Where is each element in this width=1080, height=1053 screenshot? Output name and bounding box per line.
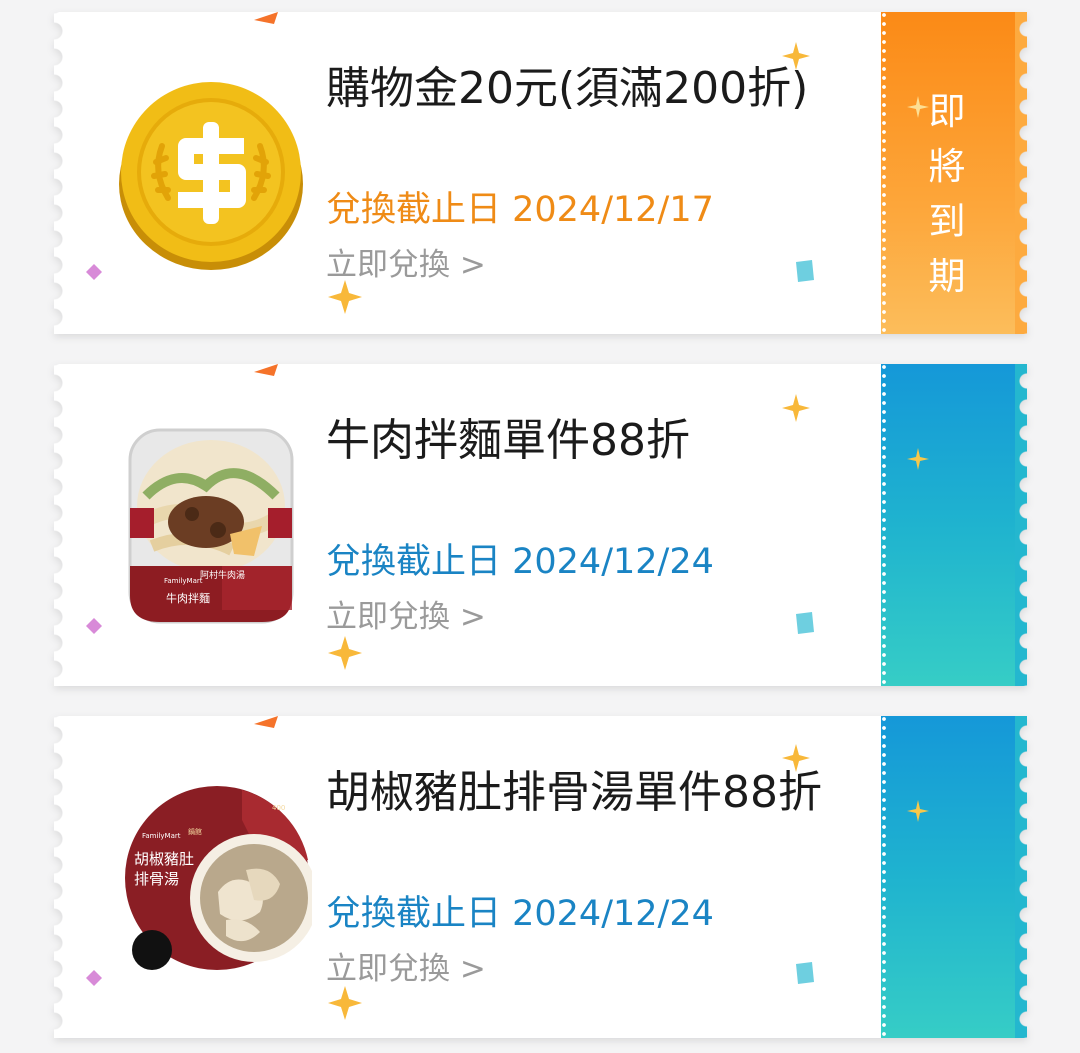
confetti-decoration	[86, 970, 102, 986]
confetti-decoration	[796, 612, 814, 634]
coupon-card[interactable]: FamilyMart 鍋館 胡椒豬肚 排骨湯 400 胡椒豬肚排骨湯單件88折 …	[54, 716, 1029, 1038]
pack-series: 阿村牛肉湯	[200, 569, 245, 581]
coupon-stub	[881, 364, 1027, 686]
coupon-card[interactable]: FamilyMart 阿村牛肉湯 牛肉拌麵 牛肉拌麵單件88折 兌換截止日 20…	[54, 364, 1029, 686]
pack-brand: FamilyMart	[142, 832, 181, 840]
coupon-list: 購物金20元(須滿200折) 兌換截止日 2024/12/17 立即兌換 > 即…	[0, 0, 1080, 1053]
redeem-now-link[interactable]: 立即兌換 >	[326, 949, 486, 989]
pack-brand: FamilyMart	[164, 577, 203, 585]
perforation-divider	[881, 364, 887, 686]
confetti-decoration	[254, 716, 278, 728]
coupon-title: 牛肉拌麵單件88折	[326, 415, 690, 466]
confetti-decoration	[254, 364, 278, 376]
coupon-scallop-edge	[54, 364, 74, 686]
confetti-decoration	[796, 260, 814, 282]
pack-price-tag: 400	[272, 804, 285, 812]
coupon-scallop-edge	[54, 12, 74, 334]
beef-noodle-bowl-image: FamilyMart 阿村牛肉湯 牛肉拌麵	[128, 428, 294, 624]
perforation-divider	[881, 716, 887, 1038]
coupon-stub: 即將到期	[881, 12, 1027, 334]
sparkle-decoration	[907, 800, 929, 822]
confetti-decoration	[86, 618, 102, 634]
sparkle-decoration	[328, 280, 362, 314]
coupon-deadline: 兌換截止日 2024/12/24	[326, 542, 714, 582]
confetti-decoration	[254, 12, 278, 24]
sparkle-decoration	[328, 986, 362, 1020]
coupon-card[interactable]: 購物金20元(須滿200折) 兌換截止日 2024/12/17 立即兌換 > 即…	[54, 12, 1029, 334]
coupon-title: 胡椒豬肚排骨湯單件88折	[326, 767, 822, 818]
sparkle-decoration	[328, 636, 362, 670]
coupon-deadline: 兌換截止日 2024/12/24	[326, 894, 714, 934]
pack-name-line1: 胡椒豬肚	[134, 850, 194, 868]
pack-series: 鍋館	[188, 827, 202, 836]
expiring-soon-badge: 即將到期	[928, 90, 968, 298]
sparkle-decoration	[907, 448, 929, 470]
confetti-decoration	[86, 264, 102, 280]
coupon-scallop-edge	[54, 716, 74, 1038]
redeem-now-link[interactable]: 立即兌換 >	[326, 597, 486, 637]
redeem-now-link[interactable]: 立即兌換 >	[326, 245, 486, 285]
pack-name-line2: 排骨湯	[134, 870, 179, 888]
coupon-title: 購物金20元(須滿200折)	[326, 63, 809, 114]
coupon-stub	[881, 716, 1027, 1038]
pack-name: 牛肉拌麵	[166, 591, 210, 605]
coupon-deadline: 兌換截止日 2024/12/17	[326, 190, 714, 230]
confetti-decoration	[796, 962, 814, 984]
gold-dollar-coin-icon	[119, 82, 303, 270]
pork-stomach-soup-bowl-image: FamilyMart 鍋館 胡椒豬肚 排骨湯 400	[125, 786, 312, 970]
